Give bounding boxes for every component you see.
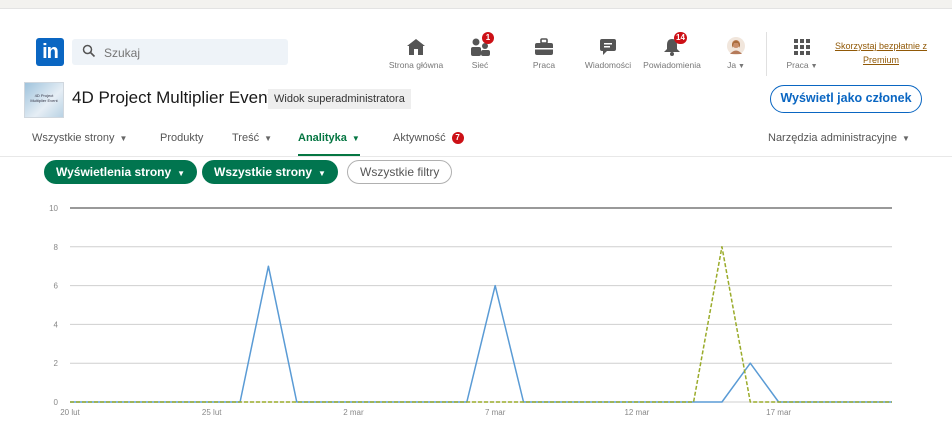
nav-home-label: Strona główna: [388, 60, 444, 70]
tab-admin-tools[interactable]: Narzędzia administracyjne ▼: [768, 132, 910, 144]
page-views-filter[interactable]: Wyświetlenia strony ▼: [44, 160, 198, 184]
y-tick-label: 6: [54, 282, 59, 291]
caret-down-icon: ▼: [177, 169, 186, 178]
tab-activity-label: Aktywność: [393, 132, 446, 144]
view-as-member-button[interactable]: Wyświetl jako członek: [770, 85, 922, 113]
series-line-1: [70, 265, 892, 403]
tab-products[interactable]: Produkty: [160, 132, 203, 144]
activity-badge: 7: [451, 132, 464, 144]
nav-notifications[interactable]: 14 Powiadomienia: [640, 32, 704, 78]
nav-messaging-label: Wiadomości: [584, 60, 632, 70]
page-views-chart: 0 2 4 6 8 10 20 lut 25 lut 2 mar 7 mar 12 mar 17 ma…: [49, 204, 892, 417]
nav-divider: [766, 32, 767, 76]
search-input[interactable]: [102, 43, 276, 63]
all-filters-button[interactable]: Wszystkie filtry: [347, 160, 453, 184]
page-views-filter-label: Wyświetlenia strony: [56, 165, 172, 179]
nav-network-label: Sieć: [471, 60, 489, 70]
chevron-down-icon: ▼: [736, 63, 745, 70]
linkedin-logo[interactable]: in: [36, 38, 64, 66]
tab-all-pages[interactable]: Wszystkie strony ▼: [32, 132, 127, 144]
tab-activity[interactable]: Aktywność 7: [393, 132, 464, 144]
page-logo-text: 4D Project Multiplier Event: [30, 93, 58, 103]
search-icon: [82, 44, 96, 58]
x-tick-label: 25 lut: [202, 408, 222, 417]
network-badge: 1: [482, 32, 494, 44]
tab-content[interactable]: Treść ▼: [232, 132, 272, 144]
nav-work-label: Praca: [786, 60, 809, 70]
all-pages-filter[interactable]: Wszystkie strony ▼: [202, 160, 338, 184]
chevron-down-icon: ▼: [902, 134, 910, 143]
search-box[interactable]: [72, 39, 288, 65]
top-strip: [0, 0, 952, 9]
tab-products-label: Produkty: [160, 132, 204, 144]
page-header: 4D Project Multiplier Event 4D Project M…: [0, 80, 952, 120]
nav-network[interactable]: 1 Sieć: [448, 32, 512, 78]
nav-me-label: Ja: [727, 60, 737, 70]
caret-down-icon: ▼: [318, 169, 326, 178]
tab-admin-tools-label: Narzędzia administracyjne: [768, 132, 897, 144]
y-tick-label: 4: [54, 320, 59, 329]
premium-line1: Skorzystaj bezpłatnie z: [834, 41, 928, 51]
x-tick-label: 20 lut: [60, 408, 80, 417]
tab-content-label: Treść: [232, 132, 260, 144]
y-tick-label: 8: [54, 243, 59, 252]
messaging-icon: [600, 39, 616, 55]
x-tick-label: 2 mar: [343, 408, 364, 417]
page-logo[interactable]: 4D Project Multiplier Event: [24, 82, 64, 118]
page-title: 4D Project Multiplier Event: [72, 88, 273, 107]
grid-icon: [794, 39, 810, 55]
tab-analytics-label: Analityka: [298, 132, 347, 144]
chevron-down-icon: ▼: [119, 134, 128, 143]
nav-messaging[interactable]: Wiadomości: [576, 34, 640, 78]
tab-all-pages-label: Wszystkie strony: [32, 132, 115, 144]
nav-jobs[interactable]: Praca: [512, 34, 576, 78]
avatar-icon: [727, 37, 745, 55]
chevron-down-icon: ▼: [808, 63, 818, 70]
x-tick-label: 12 mar: [624, 408, 649, 417]
y-tick-label: 2: [54, 359, 59, 368]
nav-me[interactable]: Ja ▼: [704, 34, 768, 78]
briefcase-icon: [535, 38, 553, 55]
y-tick-label: 10: [49, 204, 58, 213]
x-tick-label: 7 mar: [485, 408, 506, 417]
premium-line2: Premium: [862, 55, 899, 65]
chevron-down-icon: ▼: [351, 134, 360, 143]
nav-home[interactable]: Strona główna: [384, 34, 448, 78]
y-tick-label: 0: [54, 398, 59, 407]
tab-analytics[interactable]: Analityka ▼: [298, 132, 360, 156]
home-icon: [407, 39, 425, 55]
all-pages-filter-label: Wszystkie strony: [214, 165, 313, 179]
superadmin-badge: Widok superadministratora: [268, 89, 411, 109]
premium-link[interactable]: Skorzystaj bezpłatnie z Premium: [822, 39, 940, 67]
chevron-down-icon: ▼: [264, 134, 273, 143]
x-tick-label: 17 mar: [766, 408, 791, 417]
notifications-badge: 14: [674, 32, 687, 44]
nav-jobs-label: Praca: [532, 60, 556, 70]
admin-tabs: Wszystkie strony ▼ Produkty Treść ▼ Analit…: [0, 126, 952, 157]
global-nav: in Strona główna 1 Sieć Praca Wiadomości: [0, 24, 952, 80]
nav-notifications-label: Powiadomienia: [643, 60, 701, 70]
